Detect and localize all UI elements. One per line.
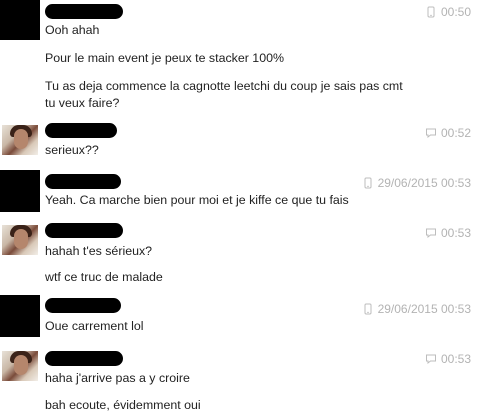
timestamp: 29/06/2015 00:53: [377, 302, 471, 316]
avatar[interactable]: [0, 170, 40, 212]
chat-icon: [425, 128, 436, 139]
message-text: Pour le main event je peux te stacker 10…: [45, 51, 284, 65]
sender-name-redacted: [45, 123, 117, 138]
chat-icon: [425, 354, 436, 365]
timestamp: 00:50: [440, 5, 471, 19]
phone-icon: [364, 303, 372, 315]
message-meta: 29/06/2015 00:53: [362, 176, 471, 190]
message-text: Oue carrement lol: [45, 319, 144, 333]
message-text: Tu as deja commence la cagnotte leetchi …: [45, 79, 403, 110]
sender-name-redacted: [45, 174, 121, 189]
phone-icon: [364, 177, 372, 189]
sender-name-redacted: [45, 4, 123, 19]
message-meta: 00:53: [425, 352, 471, 366]
timestamp: 29/06/2015 00:53: [377, 176, 471, 190]
message-text: bah ecoute, évidemment oui: [45, 398, 201, 412]
message-text: Yeah. Ca marche bien pour moi et je kiff…: [45, 193, 349, 207]
message-meta: 00:53: [425, 226, 471, 240]
message-text: hahah t'es sérieux?: [45, 244, 153, 258]
timestamp: 00:53: [440, 352, 471, 366]
message-text: haha j'arrive pas a y croire: [45, 371, 190, 385]
sender-name-redacted: [45, 298, 121, 313]
avatar[interactable]: [0, 0, 40, 40]
avatar[interactable]: [0, 295, 40, 337]
message-text: wtf ce truc de malade: [45, 270, 163, 284]
timestamp: 00:52: [440, 126, 471, 140]
message-text: Ooh ahah: [45, 23, 100, 37]
avatar[interactable]: [2, 125, 38, 155]
timestamp: 00:53: [440, 226, 471, 240]
message-meta: 29/06/2015 00:53: [362, 302, 471, 316]
chat-icon: [425, 228, 436, 239]
phone-icon: [427, 6, 435, 18]
message-meta: 00:50: [425, 5, 471, 19]
sender-name-redacted: [45, 351, 123, 366]
avatar[interactable]: [2, 225, 38, 255]
message-meta: 00:52: [425, 126, 471, 140]
sender-name-redacted: [45, 223, 123, 238]
message-text: serieux??: [45, 143, 99, 157]
avatar[interactable]: [2, 351, 38, 381]
